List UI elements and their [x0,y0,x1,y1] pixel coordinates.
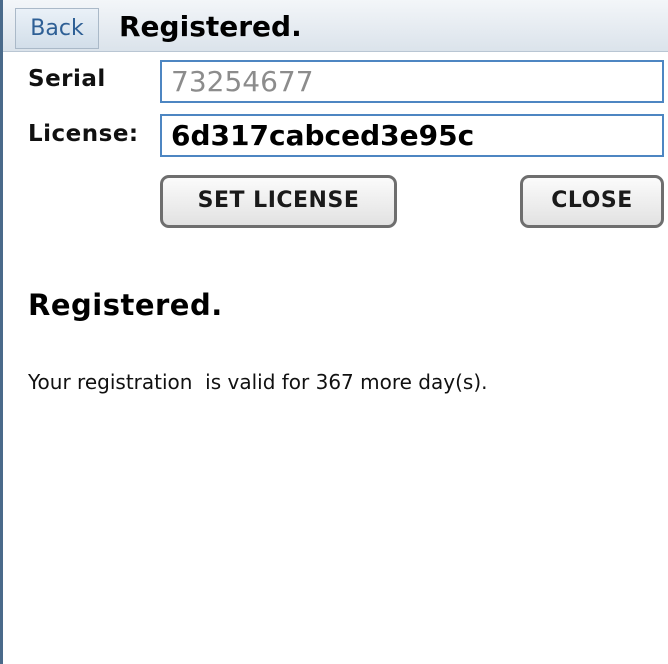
serial-label: Serial [28,66,106,92]
serial-field[interactable] [160,60,664,103]
license-field[interactable] [160,114,664,157]
page-title: Registered. [119,10,302,43]
status-message: Your registration is valid for 367 more … [28,370,488,394]
back-button[interactable]: Back [15,8,99,49]
license-label: License: [28,121,139,147]
set-license-button[interactable]: SET LICENSE [160,175,397,228]
close-button[interactable]: CLOSE [520,175,664,228]
title-bar: Back Registered. [3,0,668,52]
status-heading: Registered. [28,288,223,322]
registration-screen: Back Registered. Serial License: SET LIC… [0,0,668,664]
